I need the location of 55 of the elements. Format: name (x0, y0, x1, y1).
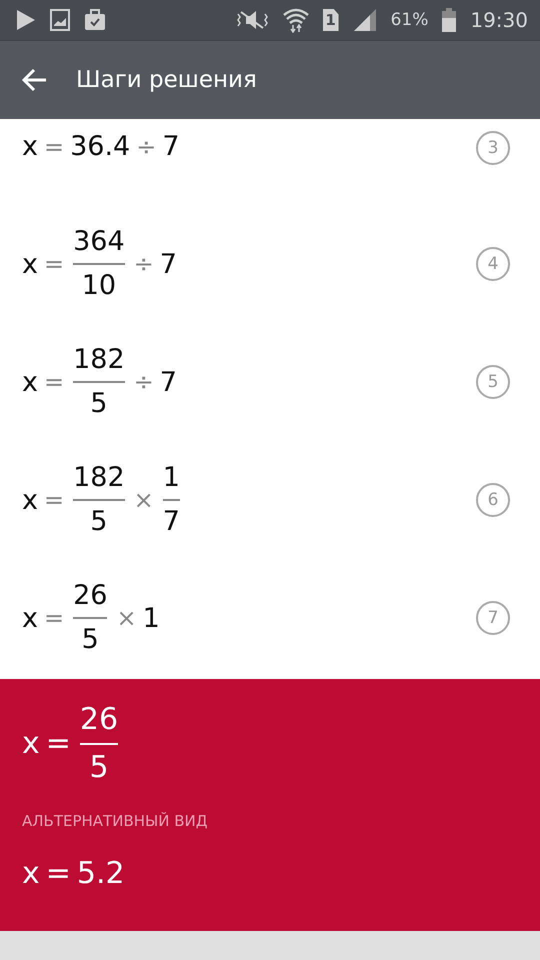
denominator: 5 (90, 505, 108, 539)
numerator: 364 (73, 225, 125, 259)
step-number: 5 (476, 365, 510, 399)
denominator: 5 (89, 748, 109, 786)
math-term: x (22, 726, 40, 761)
math-operator: × (115, 604, 138, 632)
denominator: 5 (82, 623, 99, 657)
play-icon (16, 9, 36, 31)
denominator: 10 (82, 269, 116, 303)
math-operator: ÷ (132, 368, 155, 396)
step-number: 7 (476, 601, 510, 635)
mute-icon (234, 8, 269, 32)
numerator: 182 (73, 343, 125, 377)
math-operator: ÷ (135, 132, 158, 160)
math-operator: = (42, 250, 66, 278)
math-term: x (22, 248, 38, 280)
alternative-form-label: АЛЬТЕРНАТИВНЫЙ ВИД (22, 812, 208, 830)
sim-icon: 1 (322, 9, 339, 31)
math-term: 7 (160, 248, 177, 280)
wifi-icon (282, 7, 309, 33)
clock: 19:30 (470, 8, 528, 32)
numerator: 182 (73, 461, 125, 495)
math-operator: = (42, 604, 66, 632)
math-operator: = (44, 856, 72, 891)
denominator: 5 (90, 387, 108, 421)
math-operator: = (42, 368, 66, 396)
math-term: x (22, 131, 38, 162)
step-number: 3 (476, 131, 510, 165)
math-operator: = (42, 132, 66, 160)
math-term: x (22, 366, 38, 398)
briefcase-icon (84, 9, 106, 31)
math-term: 36.4 (70, 131, 130, 162)
math-term: 7 (160, 366, 177, 398)
battery-icon (442, 8, 456, 32)
math-term: x (22, 602, 38, 634)
step-number: 6 (476, 483, 510, 517)
screen-title: Шаги решения (76, 67, 257, 93)
image-icon (50, 9, 70, 31)
math-term: 1 (142, 602, 160, 634)
back-icon[interactable] (22, 67, 48, 93)
step-number: 4 (476, 247, 510, 281)
math-term: x (22, 856, 40, 891)
math-operator: × (132, 486, 155, 514)
math-term: x (22, 484, 38, 516)
denominator: 7 (162, 505, 180, 539)
math-operator: ÷ (132, 250, 155, 278)
battery-percent: 61% (390, 10, 428, 30)
math-term: 5.2 (76, 856, 125, 891)
numerator: 26 (80, 701, 118, 738)
numerator: 26 (73, 579, 108, 613)
math-operator: = (42, 486, 66, 514)
numerator: 1 (162, 461, 180, 495)
math-term: 7 (162, 131, 180, 162)
math-operator: = (44, 726, 72, 761)
signal-icon (352, 8, 377, 32)
